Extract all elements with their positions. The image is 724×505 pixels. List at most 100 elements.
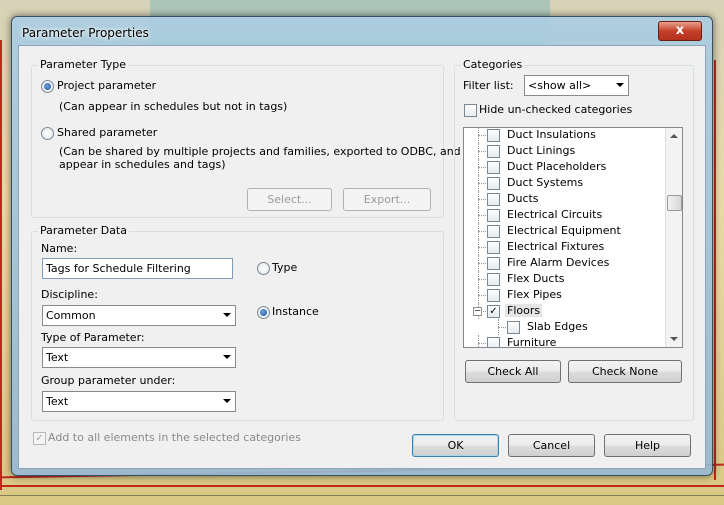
type-radio-label[interactable]: Type [272, 261, 297, 274]
background-beam [0, 40, 2, 490]
add-to-all-checkbox[interactable]: ✓ [33, 432, 46, 445]
group-parameter-under-dropdown[interactable]: Text [42, 391, 236, 412]
project-parameter-radio[interactable] [41, 80, 54, 93]
cancel-button[interactable]: Cancel [508, 434, 595, 457]
chevron-down-icon [223, 399, 231, 403]
category-label: Electrical Equipment [507, 224, 621, 237]
category-label: Flex Pipes [507, 288, 562, 301]
category-checkbox[interactable] [487, 161, 500, 174]
category-row[interactable]: Duct Systems [464, 175, 664, 191]
discipline-dropdown[interactable]: Common [42, 305, 236, 326]
tree-connector [478, 335, 480, 347]
categories-scrollbar[interactable] [665, 128, 682, 347]
category-checkbox[interactable] [487, 289, 500, 302]
tree-connector [478, 231, 486, 233]
category-checkbox[interactable] [487, 209, 500, 222]
help-button[interactable]: Help [604, 434, 691, 457]
project-parameter-label[interactable]: Project parameter [57, 79, 156, 92]
category-label: Flex Ducts [507, 272, 565, 285]
group-parameter-under-label: Group parameter under: [41, 374, 176, 387]
category-label: Electrical Fixtures [507, 240, 605, 253]
chevron-down-icon [223, 313, 231, 317]
background-beam [0, 485, 724, 487]
chevron-down-icon [223, 355, 231, 359]
category-row[interactable]: Electrical Circuits [464, 207, 664, 223]
background-beam [714, 60, 716, 480]
category-row[interactable]: Fire Alarm Devices [464, 255, 664, 271]
type-radio[interactable] [257, 262, 270, 275]
name-label: Name: [41, 242, 78, 255]
category-checkbox[interactable] [487, 193, 500, 206]
category-row[interactable]: Slab Edges [464, 319, 664, 335]
window-title: Parameter Properties [22, 26, 149, 40]
category-row[interactable]: Electrical Equipment [464, 223, 664, 239]
category-label: Electrical Circuits [507, 208, 603, 221]
tree-connector [478, 167, 486, 169]
shared-parameter-note-line1: (Can be shared by multiple projects and … [59, 145, 461, 158]
category-row[interactable]: Duct Linings [464, 143, 664, 159]
category-row[interactable]: Flex Pipes [464, 287, 664, 303]
filter-list-dropdown[interactable]: <show all> [524, 75, 629, 96]
export-button[interactable]: Export... [343, 188, 431, 211]
category-checkbox[interactable] [487, 273, 500, 286]
category-label: Duct Systems [507, 176, 584, 189]
tree-connector [478, 151, 486, 153]
category-checkbox[interactable] [487, 257, 500, 270]
tree-connector [478, 279, 486, 281]
chevron-down-icon [616, 83, 624, 87]
category-row[interactable]: Duct Placeholders [464, 159, 664, 175]
category-checkbox[interactable]: ✓ [487, 305, 500, 318]
collapse-icon[interactable]: − [473, 307, 482, 316]
category-label: Furniture [507, 336, 557, 348]
hide-unchecked-checkbox[interactable] [464, 104, 477, 117]
category-label: Slab Edges [527, 320, 588, 333]
category-checkbox[interactable] [487, 241, 500, 254]
category-checkbox[interactable] [487, 337, 500, 347]
category-row[interactable]: Furniture [464, 335, 664, 348]
category-checkbox[interactable] [487, 225, 500, 238]
categories-list[interactable]: Duct Insulations Duct Linings Duct Placeho… [463, 127, 683, 348]
category-label: Duct Linings [507, 144, 576, 157]
ok-button[interactable]: OK [412, 434, 499, 457]
scroll-down-icon[interactable] [670, 337, 678, 341]
tree-connector [478, 263, 486, 265]
filter-list-label: Filter list: [463, 79, 514, 92]
instance-radio-label[interactable]: Instance [272, 305, 319, 318]
scrollbar-thumb[interactable] [667, 195, 682, 211]
tree-connector [478, 199, 486, 201]
close-button[interactable]: x [658, 21, 702, 41]
category-label: Duct Placeholders [507, 160, 607, 173]
category-label: Fire Alarm Devices [507, 256, 610, 269]
check-none-button[interactable]: Check None [568, 360, 682, 383]
type-of-parameter-value: Text [46, 351, 69, 364]
scroll-up-icon[interactable] [670, 134, 678, 138]
category-label: Ducts [507, 192, 539, 205]
category-row[interactable]: Flex Ducts [464, 271, 664, 287]
select-button[interactable]: Select... [247, 188, 332, 211]
close-icon: x [675, 23, 685, 38]
check-all-button[interactable]: Check All [465, 360, 561, 383]
parameter-data-group-label: Parameter Data [38, 224, 129, 237]
category-row[interactable]: Electrical Fixtures [464, 239, 664, 255]
category-checkbox[interactable] [487, 177, 500, 190]
shared-parameter-radio[interactable] [41, 127, 54, 140]
name-field[interactable]: Tags for Schedule Filtering [42, 258, 233, 279]
category-row[interactable]: Duct Insulations [464, 128, 664, 143]
type-of-parameter-dropdown[interactable]: Text [42, 347, 236, 368]
category-row[interactable]: Ducts [464, 191, 664, 207]
categories-group-label: Categories [461, 58, 525, 71]
type-of-parameter-label: Type of Parameter: [41, 331, 145, 344]
tree-connector [478, 135, 486, 137]
category-label: Duct Insulations [507, 128, 596, 141]
hide-unchecked-label: Hide un-checked categories [479, 103, 633, 116]
category-checkbox[interactable] [487, 145, 500, 158]
tree-connector [478, 215, 486, 217]
instance-radio[interactable] [257, 306, 270, 319]
shared-parameter-label[interactable]: Shared parameter [57, 126, 157, 139]
category-checkbox[interactable] [507, 321, 520, 334]
shared-parameter-note-line2: appear in schedules and tags) [59, 158, 226, 171]
category-checkbox[interactable] [487, 129, 500, 142]
category-row[interactable]: − ✓ Floors [464, 303, 664, 319]
tree-connector [478, 295, 486, 297]
discipline-label: Discipline: [41, 288, 98, 301]
